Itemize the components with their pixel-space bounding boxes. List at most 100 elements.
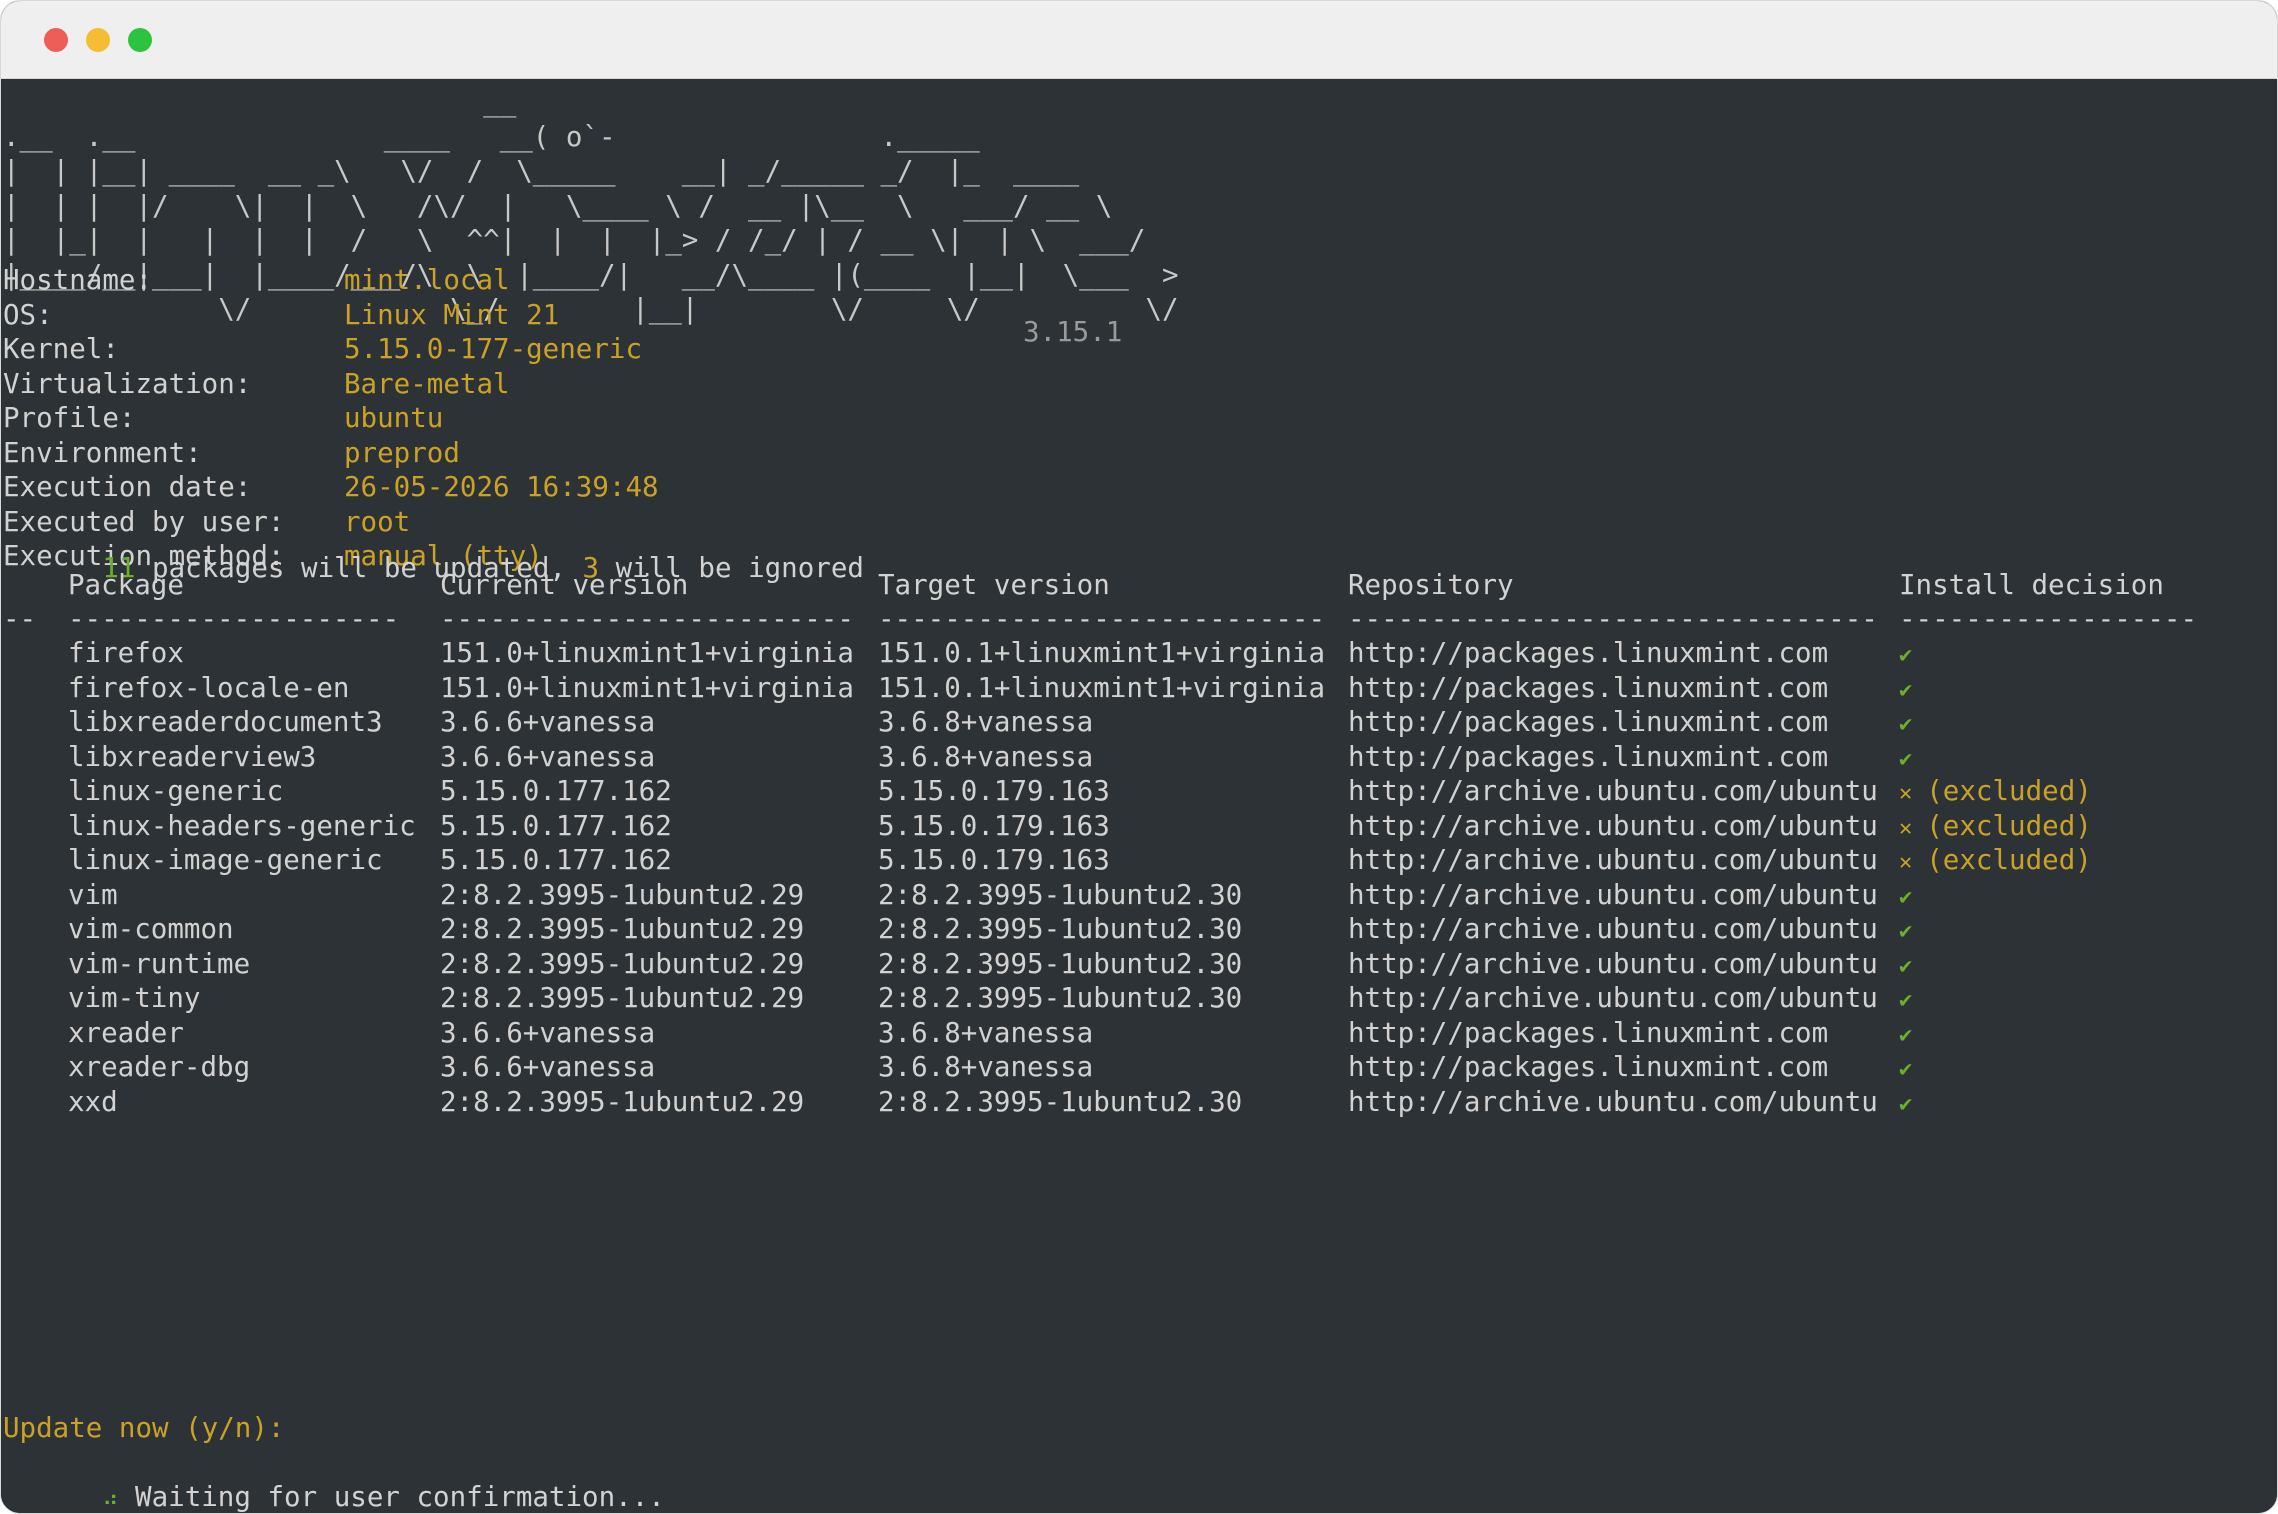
install-decision: ✔	[1899, 878, 1912, 916]
cross-icon: ✕	[1899, 781, 1913, 806]
close-window-button[interactable]	[44, 28, 68, 52]
check-icon: ✔	[1899, 712, 1913, 737]
linuxupdate-ascii-logo: __ .__ .__ ____ __( o`- ._____ | | |__| …	[3, 86, 1179, 325]
title-bar	[1, 1, 2277, 79]
repository-url: http://archive.ubuntu.com/ubuntu	[1348, 844, 1878, 876]
repository-url: http://packages.linuxmint.com	[1348, 706, 1829, 738]
table-row: libxreaderdocument3 3.6.6+vanessa 3.6.8+va…	[1, 705, 2277, 740]
package-name: xreader-dbg	[68, 1051, 251, 1083]
install-decision: ✕ (excluded)	[1899, 774, 2092, 812]
separator-target: ---------------------------	[878, 603, 1326, 635]
table-row: vim 2:8.2.3995-1ubuntu2.29 2:8.2.3995-1ubu…	[1, 878, 2277, 916]
package-name: vim	[68, 878, 118, 911]
table-row: vim-common 2:8.2.3995-1ubuntu2.29 2:8.2.39…	[1, 912, 2277, 947]
package-name: vim-tiny	[68, 982, 201, 1014]
table-row: firefox-locale-en 151.0+linuxmint1+virgin…	[1, 671, 2277, 709]
repository-url: http://packages.linuxmint.com	[1348, 1051, 1829, 1083]
minimize-window-button[interactable]	[86, 28, 110, 52]
target-version: 5.15.0.179.163	[878, 775, 1110, 807]
target-version: 2:8.2.3995-1ubuntu2.30	[878, 947, 1243, 980]
install-decision: ✔	[1899, 740, 1912, 778]
repository-url: http://packages.linuxmint.com	[1348, 671, 1829, 704]
check-icon: ✔	[1899, 1022, 1913, 1048]
table-row: firefox 151.0+linuxmint1+virginia 151.0.1+…	[1, 636, 2277, 674]
current-version: 3.6.6+vanessa	[440, 1016, 656, 1049]
install-decision: ✔	[1899, 1016, 1912, 1054]
repository-url: http://packages.linuxmint.com	[1348, 637, 1829, 669]
target-version: 2:8.2.3995-1ubuntu2.30	[878, 878, 1243, 911]
install-decision: ✔	[1899, 1085, 1912, 1123]
waiting-line: ⠴ Waiting for user confirmation...	[3, 1445, 2277, 1513]
current-version: 151.0+linuxmint1+virginia	[440, 637, 854, 669]
target-version: 151.0.1+linuxmint1+virginia	[878, 671, 1326, 704]
separator-current: -------------------------	[440, 603, 854, 635]
current-version: 2:8.2.3995-1ubuntu2.29	[440, 878, 805, 911]
system-info-value: mint.local	[344, 264, 510, 296]
system-info-value: 26-05-2026 16:39:48	[344, 471, 659, 503]
header-package: Package	[68, 569, 184, 601]
system-info-value: Bare-metal	[344, 367, 510, 400]
current-version: 3.6.6+vanessa	[440, 706, 656, 738]
system-info-value: preprod	[344, 436, 460, 469]
table-row: libxreaderview3 3.6.6+vanessa 3.6.8+vaness…	[1, 740, 2277, 778]
separator-repository: --------------------------------	[1348, 603, 1878, 635]
terminal-output[interactable]: __ .__ .__ ____ __( o`- ._____ | | |__| …	[1, 79, 2277, 1513]
table-row: linux-image-generic 5.15.0.177.162 5.15.0.…	[1, 843, 2277, 881]
system-info-label: Virtualization:	[3, 367, 252, 400]
waiting-text: Waiting for user confirmation...	[118, 1480, 665, 1513]
install-decision: ✔	[1899, 981, 1912, 1019]
package-name: vim-common	[68, 913, 234, 945]
summary-line: 11 packages will be updated, 3 will be i…	[3, 516, 2277, 584]
header-current-version: Current version	[440, 569, 689, 601]
repository-url: http://packages.linuxmint.com	[1348, 740, 1829, 773]
target-version: 3.6.8+vanessa	[878, 1016, 1094, 1049]
check-icon: ✔	[1899, 953, 1913, 979]
system-info-label: Environment:	[3, 436, 202, 469]
cross-icon: ✕	[1899, 815, 1913, 841]
target-version: 3.6.8+vanessa	[878, 740, 1094, 773]
repository-url: http://archive.ubuntu.com/ubuntu	[1348, 947, 1878, 980]
current-version: 151.0+linuxmint1+virginia	[440, 671, 854, 704]
current-version: 2:8.2.3995-1ubuntu2.29	[440, 982, 805, 1014]
table-row: xreader 3.6.6+vanessa 3.6.8+vanessa http://…	[1, 1016, 2277, 1054]
table-row: xreader-dbg 3.6.6+vanessa 3.6.8+vanessa htt…	[1, 1050, 2277, 1085]
current-version: 5.15.0.177.162	[440, 775, 672, 807]
install-decision: ✔	[1899, 671, 1912, 709]
install-decision: ✕ (excluded)	[1899, 843, 2092, 881]
system-info-label: Kernel:	[3, 333, 119, 365]
system-info-label: OS:	[3, 298, 53, 331]
system-info-label: Profile:	[3, 402, 136, 434]
install-decision: ✔	[1899, 636, 1912, 674]
package-name: firefox-locale-en	[68, 671, 350, 704]
maximize-window-button[interactable]	[128, 28, 152, 52]
system-info-value: Linux Mint 21	[344, 298, 560, 331]
package-name: linux-generic	[68, 775, 284, 807]
header-target-version: Target version	[878, 569, 1110, 601]
check-icon: ✔	[1899, 1091, 1913, 1117]
package-name: linux-image-generic	[68, 844, 383, 876]
repository-url: http://archive.ubuntu.com/ubuntu	[1348, 1085, 1878, 1118]
repository-url: http://archive.ubuntu.com/ubuntu	[1348, 913, 1878, 945]
target-version: 5.15.0.179.163	[878, 844, 1110, 876]
update-prompt: Update now (y/n):	[3, 1412, 285, 1444]
separator-decision: ------------------	[1899, 603, 2198, 635]
check-icon: ✔	[1899, 919, 1913, 944]
excluded-note: (excluded)	[1926, 844, 2092, 876]
table-header: Package Current version Target version R…	[1, 568, 2277, 603]
separator-num: --	[3, 603, 37, 635]
check-icon: ✔	[1899, 1057, 1913, 1082]
target-version: 3.6.8+vanessa	[878, 706, 1094, 738]
excluded-note: (excluded)	[1926, 775, 2092, 807]
table-separator: -- -------------------- ----------------…	[1, 602, 2277, 637]
repository-url: http://archive.ubuntu.com/ubuntu	[1348, 878, 1878, 911]
current-version: 5.15.0.177.162	[440, 809, 672, 842]
check-icon: ✔	[1899, 884, 1913, 910]
table-row: linux-generic 5.15.0.177.162 5.15.0.179.16…	[1, 774, 2277, 812]
system-info-label: Execution date:	[3, 471, 252, 503]
target-version: 2:8.2.3995-1ubuntu2.30	[878, 1085, 1243, 1118]
current-version: 2:8.2.3995-1ubuntu2.29	[440, 1085, 805, 1118]
system-info-value: ubuntu	[344, 402, 444, 434]
current-version: 3.6.6+vanessa	[440, 1051, 656, 1083]
table-row: linux-headers-generic 5.15.0.177.162 5.15.…	[1, 809, 2277, 844]
target-version: 2:8.2.3995-1ubuntu2.30	[878, 913, 1243, 945]
